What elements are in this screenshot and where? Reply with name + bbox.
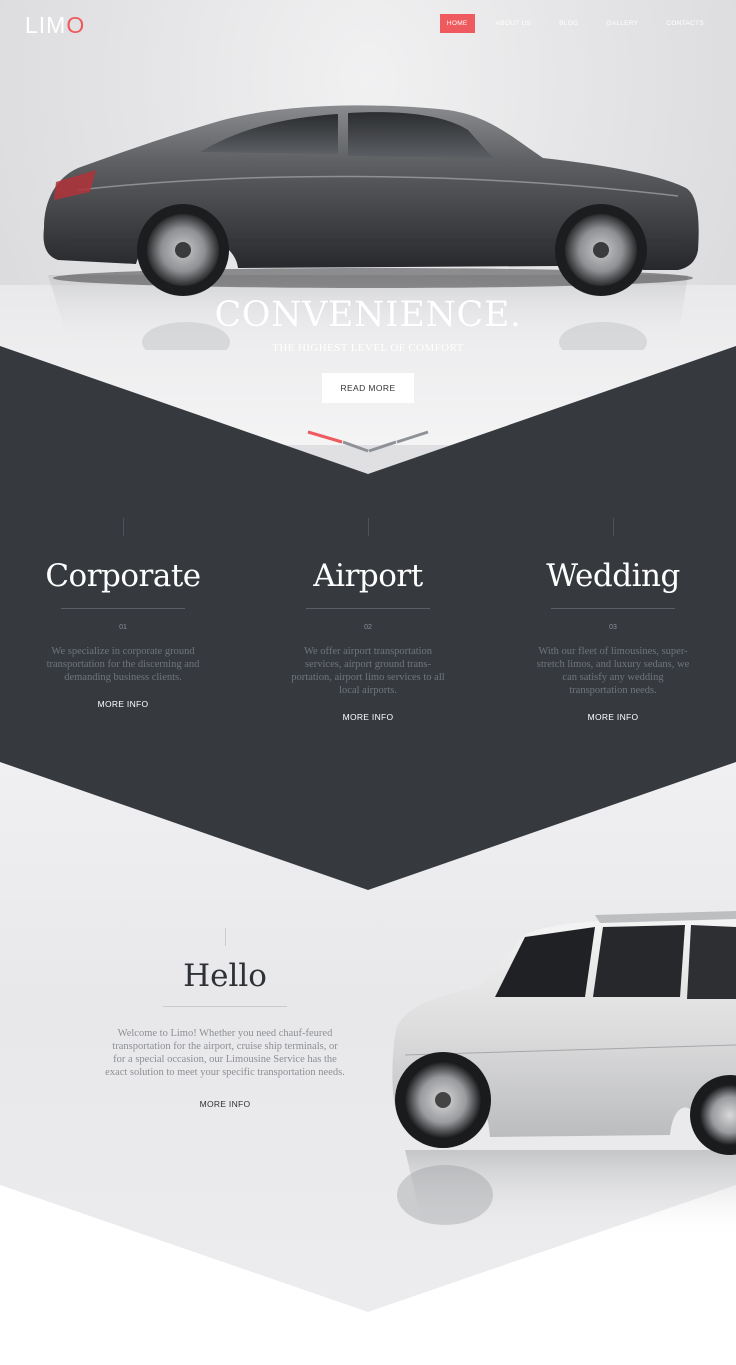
nav-item-contacts[interactable]: CONTACTS: [659, 14, 711, 33]
divider-tick: [367, 518, 369, 536]
hero-subtitle: THE HIGHEST LEVEL OF COMFORT: [272, 342, 464, 354]
service-number: 02: [364, 624, 372, 631]
service-title: Wedding: [546, 558, 680, 594]
nav-item-blog[interactable]: BLOG: [552, 14, 585, 33]
hello-description: Welcome to Limo! Whether you need chauf-…: [105, 1028, 345, 1078]
slider-pagination: [307, 430, 429, 453]
nav-item-gallery[interactable]: GALLERY: [599, 14, 645, 33]
main-nav: HOME ABOUT US BLOG GALLERY CONTACTS: [426, 14, 711, 33]
divider: [163, 1006, 287, 1007]
service-number: 01: [119, 624, 127, 631]
suv-car-image: [392, 911, 736, 1235]
slider-dot-3[interactable]: [396, 430, 429, 444]
read-more-button[interactable]: READ MORE: [322, 373, 414, 403]
more-info-link[interactable]: MORE INFO: [33, 699, 213, 709]
divider: [306, 608, 430, 609]
divider: [61, 608, 185, 609]
service-description: We specialize in corporate ground transp…: [46, 646, 200, 683]
service-airport: Airport 02 We offer airport transportati…: [278, 518, 458, 722]
service-title: Corporate: [45, 558, 201, 594]
service-title: Airport: [313, 558, 423, 594]
logo-text: LIM: [25, 12, 67, 38]
nav-item-about-us[interactable]: ABOUT US: [489, 14, 539, 33]
nav-item-home[interactable]: HOME: [439, 14, 475, 33]
hello-title: Hello: [183, 958, 267, 994]
service-number: 03: [609, 624, 617, 631]
logo-accent-letter: O: [66, 12, 86, 38]
service-corporate: Corporate 01 We specialize in corporate …: [33, 518, 213, 709]
slider-dot-1[interactable]: [307, 430, 343, 444]
slider-dot-2b[interactable]: [368, 440, 397, 453]
service-description: We offer airport transportation services…: [291, 646, 445, 696]
divider-tick: [224, 928, 226, 946]
slider-dot-2[interactable]: [342, 440, 369, 453]
hero-title: CONVENIENCE.: [214, 295, 522, 335]
more-info-link[interactable]: MORE INFO: [105, 1099, 345, 1109]
more-info-link[interactable]: MORE INFO: [523, 712, 703, 722]
hello-section: Hello Welcome to Limo! Whether you need …: [105, 928, 345, 1109]
service-wedding: Wedding 03 With our fleet of limousines,…: [523, 518, 703, 722]
divider-tick: [612, 518, 614, 536]
logo[interactable]: LIMO: [25, 12, 85, 39]
divider: [551, 608, 675, 609]
more-info-link[interactable]: MORE INFO: [278, 712, 458, 722]
service-description: With our fleet of limousines, super-stre…: [536, 646, 690, 696]
divider-tick: [122, 518, 124, 536]
